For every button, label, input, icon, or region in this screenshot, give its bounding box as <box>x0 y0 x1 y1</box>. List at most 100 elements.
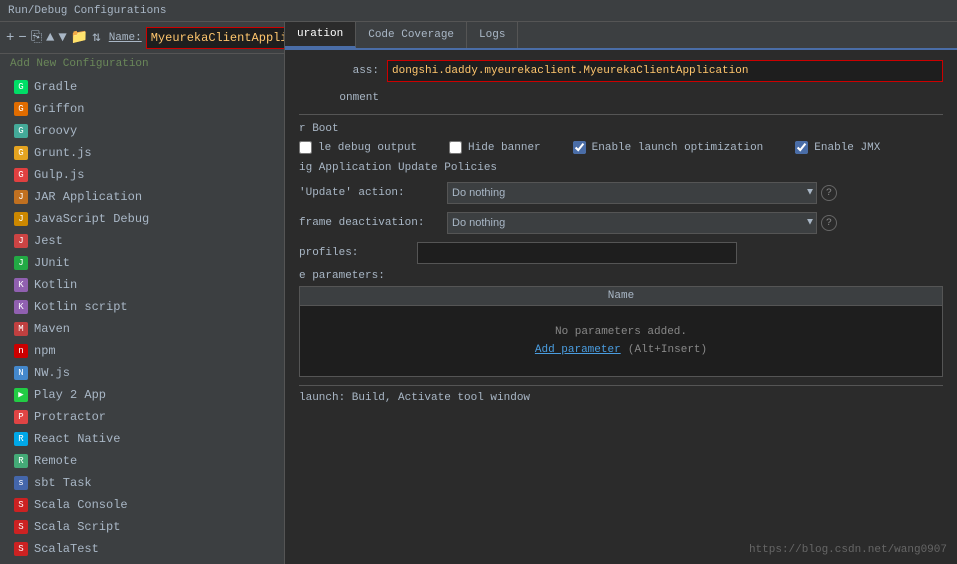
sidebar-item-specs2[interactable]: SSpecs2 <box>0 560 284 564</box>
sidebar-toolbar: + − ⎘ ▲ ▼ 📁 ⇅ Name: <box>0 22 284 54</box>
content-area: ass: onment r Boot le debug output Hide … <box>285 50 957 564</box>
sidebar-item-label-scalaScript: Scala Script <box>34 520 120 534</box>
before-launch-text: launch: Build, Activate tool window <box>299 392 530 404</box>
right-panel: uration Code Coverage Logs ass: onment r… <box>285 22 957 564</box>
no-params-text: No parameters added. <box>320 326 922 338</box>
profiles-row: profiles: <box>299 242 943 264</box>
environment-label: onment <box>299 92 379 104</box>
scalaConsole-icon: S <box>14 498 28 512</box>
sbt-icon: s <box>14 476 28 490</box>
debug-output-checkbox[interactable] <box>299 141 312 154</box>
griffon-icon: G <box>14 102 28 116</box>
sidebar-item-nw[interactable]: NNW.js <box>0 362 284 384</box>
sidebar-item-jsDebug[interactable]: JJavaScript Debug <box>0 208 284 230</box>
frame-deactivation-label: frame deactivation: <box>299 217 439 229</box>
jar-icon: J <box>14 190 28 204</box>
sidebar-item-reactNative[interactable]: RReact Native <box>0 428 284 450</box>
sidebar-item-kotlin[interactable]: KKotlin <box>0 274 284 296</box>
tab-code-coverage[interactable]: Code Coverage <box>356 22 467 48</box>
move-down-button[interactable]: ▼ <box>58 28 66 48</box>
enable-jmx-checkbox[interactable] <box>795 141 808 154</box>
sidebar-item-scalaScript[interactable]: S Scala Script <box>0 516 284 538</box>
sidebar-item-label-sbt: sbt Task <box>34 476 92 490</box>
sidebar-item-label-remote: Remote <box>34 454 77 468</box>
profiles-label: profiles: <box>299 247 409 259</box>
main-class-label: ass: <box>299 65 379 77</box>
title-text: Run/Debug Configurations <box>8 5 166 17</box>
jest-icon: J <box>14 234 28 248</box>
params-section: e parameters: Name No parameters added. … <box>299 270 943 377</box>
folder-button[interactable]: 📁 <box>71 28 88 48</box>
add-config-link[interactable]: Add New Configuration <box>0 54 284 74</box>
kotlinScript-icon: K <box>14 300 28 314</box>
scalaScript-icon: S <box>14 520 28 534</box>
sidebar-item-gulp[interactable]: GGulp.js <box>0 164 284 186</box>
update-action-select-wrapper: Do nothing Update classes and resources … <box>447 182 837 204</box>
grunt-icon: G <box>14 146 28 160</box>
params-label: e parameters: <box>299 270 943 282</box>
sidebar-list: GGradleGGriffonGGroovyGGrunt.jsGGulp.jsJ… <box>0 74 284 564</box>
add-param-link[interactable]: Add parameter <box>535 344 621 356</box>
name-label: Name: <box>109 32 142 44</box>
sidebar-item-jest[interactable]: JJest <box>0 230 284 252</box>
remote-icon: R <box>14 454 28 468</box>
sidebar-item-scalaConsole[interactable]: S Scala Console <box>0 494 284 516</box>
play2-icon: ▶ <box>14 388 28 402</box>
sidebar-item-label-play2: Play 2 App <box>34 388 106 402</box>
frame-deactivation-row: frame deactivation: Do nothing Update cl… <box>299 212 943 234</box>
protractor-icon: P <box>14 410 28 424</box>
sidebar-item-label-maven: Maven <box>34 322 70 336</box>
sidebar-item-grunt[interactable]: G Grunt.js <box>0 142 284 164</box>
sidebar-item-label-grunt: Grunt.js <box>34 146 92 160</box>
launch-opt-checkbox[interactable] <box>573 141 586 154</box>
sidebar-item-npm[interactable]: nnpm <box>0 340 284 362</box>
sidebar-item-label-junit: JUnit <box>34 256 70 270</box>
copy-button[interactable]: ⎘ <box>31 28 42 48</box>
sidebar-item-protractor[interactable]: P Protractor <box>0 406 284 428</box>
npm-icon: n <box>14 344 28 358</box>
add-param-hint: (Alt+Insert) <box>628 344 707 356</box>
maven-icon: M <box>14 322 28 336</box>
update-action-label: 'Update' action: <box>299 187 439 199</box>
watermark: https://blog.csdn.net/wang0907 <box>749 544 947 556</box>
enable-jmx-label: Enable JMX <box>814 142 880 154</box>
sort-button[interactable]: ⇅ <box>92 28 100 48</box>
sidebar-item-label-scalaConsole: Scala Console <box>34 498 128 512</box>
hide-banner-label: Hide banner <box>468 142 541 154</box>
sidebar-item-groovy[interactable]: GGroovy <box>0 120 284 142</box>
sidebar-item-label-jar: JAR Application <box>34 190 142 204</box>
sidebar-item-play2[interactable]: ▶ Play 2 App <box>0 384 284 406</box>
remove-button[interactable]: − <box>18 28 26 48</box>
sidebar-item-maven[interactable]: M Maven <box>0 318 284 340</box>
sidebar-item-remote[interactable]: R Remote <box>0 450 284 472</box>
sidebar-item-scalaTest[interactable]: SScalaTest <box>0 538 284 560</box>
profiles-input[interactable] <box>417 242 737 264</box>
junit-icon: J <box>14 256 28 270</box>
frame-deactivation-help-icon[interactable]: ? <box>821 215 837 231</box>
sidebar-item-kotlinScript[interactable]: KKotlin script <box>0 296 284 318</box>
sidebar-item-label-protractor: Protractor <box>34 410 106 424</box>
main-class-row: ass: <box>299 60 943 82</box>
spring-section-title: r Boot <box>299 123 943 135</box>
sidebar-item-griffon[interactable]: GGriffon <box>0 98 284 120</box>
sidebar-item-sbt[interactable]: s sbt Task <box>0 472 284 494</box>
frame-deactivation-select[interactable]: Do nothing Update classes and resources … <box>447 212 817 234</box>
policies-section: ig Application Update Policies 'Update' … <box>299 162 943 234</box>
name-input[interactable] <box>146 27 285 49</box>
sidebar-item-gradle[interactable]: GGradle <box>0 76 284 98</box>
sidebar-item-jar[interactable]: J JAR Application <box>0 186 284 208</box>
sidebar-item-label-gulp: Gulp.js <box>34 168 84 182</box>
tab-configuration[interactable]: uration <box>285 22 356 48</box>
environment-row: onment <box>299 92 943 104</box>
main-class-input[interactable] <box>387 60 943 82</box>
tab-logs[interactable]: Logs <box>467 22 518 48</box>
update-action-select[interactable]: Do nothing Update classes and resources … <box>447 182 817 204</box>
sidebar-item-label-reactNative: React Native <box>34 432 120 446</box>
move-up-button[interactable]: ▲ <box>46 28 54 48</box>
sidebar-item-junit[interactable]: J JUnit <box>0 252 284 274</box>
update-action-help-icon[interactable]: ? <box>821 185 837 201</box>
add-button[interactable]: + <box>6 28 14 48</box>
kotlin-icon: K <box>14 278 28 292</box>
gradle-icon: G <box>14 80 28 94</box>
hide-banner-checkbox[interactable] <box>449 141 462 154</box>
